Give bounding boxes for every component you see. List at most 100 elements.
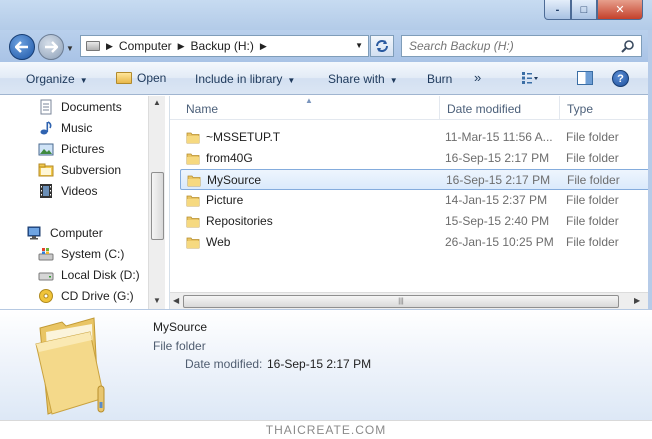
details-date-value: 16-Sep-15 2:17 PM bbox=[267, 357, 372, 371]
column-date-modified[interactable]: Date modified bbox=[447, 102, 521, 116]
nav-item-pictures[interactable]: Pictures bbox=[38, 139, 104, 159]
table-row[interactable]: Web 26-Jan-15 10:25 PM File folder bbox=[180, 232, 652, 253]
file-type: File folder bbox=[566, 214, 619, 228]
table-row[interactable]: Repositories 15-Sep-15 2:40 PM File folder bbox=[180, 211, 652, 232]
windows-drive-icon bbox=[38, 248, 54, 261]
refresh-button[interactable] bbox=[370, 35, 394, 57]
scroll-up-arrow[interactable]: ▲ bbox=[153, 98, 161, 107]
navigation-pane: Documents Music Pictures Subversion Vide… bbox=[0, 96, 165, 309]
file-name: MySource bbox=[207, 173, 262, 187]
nav-item-label: Computer bbox=[50, 226, 103, 240]
watermark-text: THAICREATE.COM bbox=[265, 423, 387, 437]
scroll-right-arrow[interactable]: ▶ bbox=[634, 296, 640, 305]
computer-icon bbox=[27, 226, 41, 240]
table-row[interactable]: ~MSSETUP.T 11-Mar-15 11:56 A... File folde… bbox=[180, 127, 652, 148]
details-file-name: MySource bbox=[153, 320, 208, 334]
burn-label: Burn bbox=[427, 72, 453, 86]
scroll-down-arrow[interactable]: ▼ bbox=[153, 296, 161, 305]
sort-ascending-icon: ▲ bbox=[305, 96, 313, 105]
refresh-icon bbox=[376, 40, 388, 52]
address-history-dropdown[interactable]: ▼ bbox=[355, 41, 363, 50]
nav-item-local-disk[interactable]: Local Disk (D:) bbox=[38, 265, 140, 285]
nav-item-cd-drive[interactable]: CD Drive (G:) bbox=[38, 286, 134, 306]
pictures-icon bbox=[38, 143, 54, 156]
search-box[interactable] bbox=[401, 35, 642, 57]
nav-item-label: Videos bbox=[61, 184, 98, 198]
column-name[interactable]: Name bbox=[186, 102, 218, 116]
chevron-down-icon: ▼ bbox=[287, 76, 296, 85]
file-date-modified: 16-Sep-15 2:17 PM bbox=[446, 173, 551, 187]
navigation-pane-scrollbar[interactable]: ▲ ▼ bbox=[148, 96, 165, 309]
watermark-bar: THAICREATE.COM bbox=[0, 420, 652, 439]
folder-icon bbox=[186, 153, 200, 165]
chevron-down-icon: ▼ bbox=[389, 76, 398, 85]
search-icon[interactable] bbox=[621, 39, 635, 53]
documents-icon bbox=[40, 99, 52, 115]
scrollbar-thumb[interactable]: ||| bbox=[183, 295, 619, 308]
column-divider[interactable] bbox=[559, 96, 560, 120]
breadcrumb-separator[interactable]: ▶ bbox=[178, 41, 185, 52]
close-button[interactable]: ✕ bbox=[597, 0, 643, 20]
breadcrumb-computer[interactable]: Computer bbox=[119, 39, 172, 53]
minimize-button[interactable]: - bbox=[544, 0, 571, 20]
folder-icon bbox=[186, 237, 200, 249]
change-view-icon[interactable] bbox=[521, 71, 539, 85]
preview-pane-icon[interactable] bbox=[577, 71, 593, 85]
nav-item-label: Documents bbox=[61, 100, 122, 114]
nav-item-label: CD Drive (G:) bbox=[61, 289, 134, 303]
column-type[interactable]: Type bbox=[567, 102, 593, 116]
file-date-modified: 14-Jan-15 2:37 PM bbox=[445, 193, 548, 207]
scrollbar-thumb[interactable] bbox=[151, 172, 164, 240]
file-date-modified: 26-Jan-15 10:25 PM bbox=[445, 235, 554, 249]
help-icon[interactable]: ? bbox=[612, 70, 629, 87]
open-button[interactable]: Open bbox=[116, 71, 166, 85]
navigation-bar: ▼ ▶ Computer ▶ Backup (H:) ▶ ▼ bbox=[0, 30, 652, 62]
nav-item-music[interactable]: Music bbox=[38, 118, 92, 138]
include-in-library-label: Include in library bbox=[195, 72, 283, 86]
folder-icon bbox=[186, 132, 200, 144]
details-date-label: Date modified: bbox=[185, 357, 263, 371]
drive-icon bbox=[86, 41, 100, 51]
file-name: Repositories bbox=[206, 214, 273, 228]
share-with-label: Share with bbox=[328, 72, 385, 86]
file-type: File folder bbox=[567, 173, 620, 187]
maximize-button[interactable]: □ bbox=[571, 0, 597, 20]
file-date-modified: 11-Mar-15 11:56 A... bbox=[445, 130, 553, 144]
nav-item-label: Pictures bbox=[61, 142, 105, 156]
nav-item-label: System (C:) bbox=[61, 247, 125, 261]
scroll-left-arrow[interactable]: ◀ bbox=[173, 296, 179, 305]
file-type: File folder bbox=[566, 193, 619, 207]
file-list: ▲ Name Date modified Type ~MSSETUP.T 11-M… bbox=[169, 96, 652, 309]
nav-item-videos[interactable]: Videos bbox=[38, 181, 97, 201]
organize-button[interactable]: Organize ▼ bbox=[26, 72, 88, 86]
address-bar[interactable]: ▶ Computer ▶ Backup (H:) ▶ ▼ bbox=[80, 35, 369, 57]
videos-icon bbox=[40, 184, 52, 198]
recent-pages-dropdown[interactable]: ▼ bbox=[66, 44, 74, 53]
breadcrumb-separator[interactable]: ▶ bbox=[106, 41, 113, 52]
nav-item-system-drive[interactable]: System (C:) bbox=[38, 244, 124, 264]
table-row[interactable]: Picture 14-Jan-15 2:37 PM File folder bbox=[180, 190, 652, 211]
nav-item-computer[interactable]: Computer bbox=[27, 223, 103, 243]
column-divider[interactable] bbox=[439, 96, 440, 120]
subversion-icon bbox=[38, 163, 54, 177]
nav-item-documents[interactable]: Documents bbox=[38, 97, 122, 117]
table-row-selected[interactable]: MySource 16-Sep-15 2:17 PM File folder bbox=[180, 169, 652, 190]
include-in-library-button[interactable]: Include in library ▼ bbox=[195, 72, 295, 86]
table-row[interactable]: from40G 16-Sep-15 2:17 PM File folder bbox=[180, 148, 652, 169]
horizontal-scrollbar[interactable]: ◀ ||| ▶ bbox=[170, 292, 652, 309]
more-commands-button[interactable]: » bbox=[474, 70, 481, 85]
burn-button[interactable]: Burn bbox=[427, 72, 452, 86]
search-input[interactable] bbox=[402, 36, 612, 56]
breadcrumb-backup-drive[interactable]: Backup (H:) bbox=[191, 39, 254, 53]
folder-large-icon bbox=[35, 317, 105, 415]
forward-button[interactable] bbox=[38, 34, 64, 60]
details-pane: MySource File folder Date modified: 16-S… bbox=[0, 309, 652, 420]
arrow-left-icon bbox=[15, 41, 28, 53]
nav-item-label: Subversion bbox=[61, 163, 122, 177]
file-type: File folder bbox=[566, 130, 619, 144]
breadcrumb-separator[interactable]: ▶ bbox=[260, 41, 267, 52]
back-button[interactable] bbox=[9, 34, 35, 60]
file-date-modified: 16-Sep-15 2:17 PM bbox=[445, 151, 550, 165]
share-with-button[interactable]: Share with ▼ bbox=[328, 72, 398, 86]
nav-item-subversion[interactable]: Subversion bbox=[38, 160, 121, 180]
